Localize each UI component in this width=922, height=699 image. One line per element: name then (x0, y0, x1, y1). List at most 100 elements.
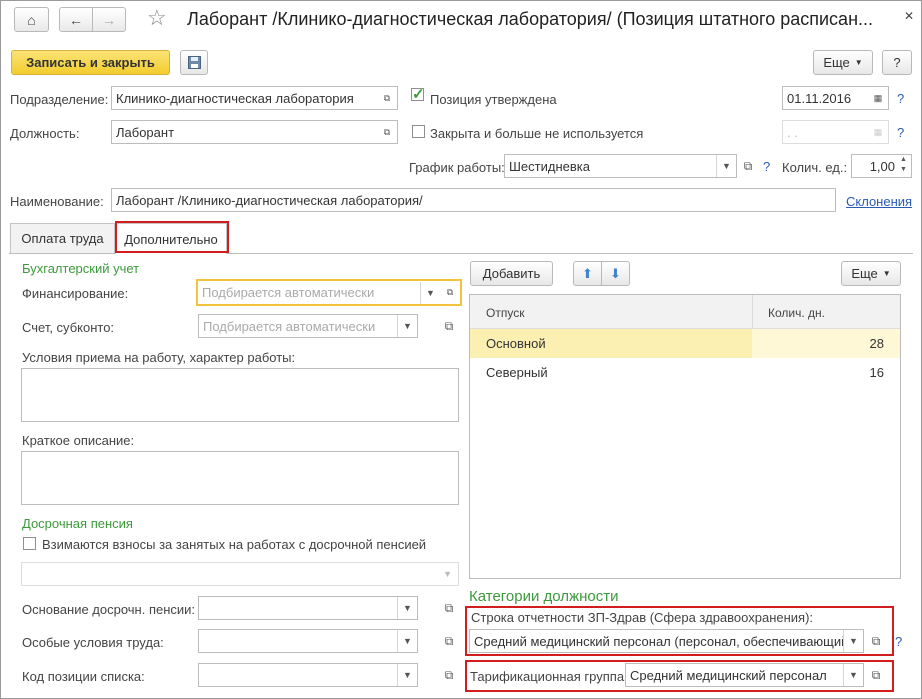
units-value: 1,00 (869, 158, 895, 174)
highlight-frame (115, 221, 229, 253)
row-name: Северный (486, 365, 548, 380)
favorite-star-icon[interactable]: ☆ (147, 5, 167, 31)
chevron-down-icon[interactable]: ▼ (843, 630, 863, 652)
arrow-left-icon: ← (69, 11, 83, 28)
column-header-vacation: Отпуск (486, 306, 525, 320)
chevron-down-icon[interactable]: ▼ (397, 315, 417, 337)
arrow-right-icon: → (102, 11, 116, 28)
vacation-table: Отпуск Колич. дн. Основной 28 Северный 1… (469, 294, 901, 579)
approved-label: Позиция утверждена (430, 92, 557, 107)
chevron-down-icon[interactable]: ▼ (716, 155, 736, 177)
name-field[interactable]: Лаборант /Клинико-диагностическая лабора… (111, 188, 836, 212)
special-conditions-field[interactable]: ▼ (198, 629, 418, 653)
closed-date-value: . . (787, 124, 798, 140)
schedule-field[interactable]: Шестидневка ▼ (504, 154, 737, 178)
account-placeholder: Подбирается автоматически (203, 318, 376, 334)
pension-list-field: ▼ (21, 562, 459, 586)
floppy-disk-icon (187, 56, 201, 69)
help-link[interactable]: ? (763, 159, 770, 174)
more-label: Еще (823, 55, 850, 70)
open-icon[interactable]: ⧉ (377, 121, 397, 143)
move-up-button[interactable]: ⬆ (573, 261, 602, 286)
financing-field[interactable]: Подбирается автоматически ▼ ⧉ (196, 279, 462, 306)
add-button[interactable]: Добавить (470, 261, 553, 286)
account-field[interactable]: Подбирается автоматически ▼ (198, 314, 418, 338)
tab-label: Оплата труда (21, 231, 104, 246)
code-field[interactable]: ▼ (198, 663, 418, 687)
report-line-value: Средний медицинский персонал (персонал, … (474, 633, 843, 649)
table-row[interactable]: Основной 28 (470, 329, 900, 358)
chevron-down-icon[interactable]: ▼ (397, 597, 417, 619)
approved-date-value: 01.11.2016 (787, 90, 852, 106)
open-icon[interactable]: ⧉ (439, 630, 459, 652)
more-button[interactable]: Еще ▼ (813, 50, 873, 75)
open-icon[interactable]: ⧉ (440, 282, 460, 304)
approved-date-field[interactable]: 01.11.2016 ▦ (782, 86, 889, 110)
move-down-button[interactable]: ⬇ (601, 261, 630, 286)
schedule-label: График работы: (409, 160, 505, 175)
open-icon[interactable]: ⧉ (377, 87, 397, 109)
chevron-down-icon[interactable]: ▼ (843, 664, 863, 686)
subdivision-label: Подразделение: (10, 92, 109, 107)
open-icon[interactable]: ⧉ (439, 664, 459, 686)
special-conditions-label: Особые условия труда: (22, 635, 164, 650)
tab-payment[interactable]: Оплата труда (10, 223, 115, 253)
table-more-button[interactable]: Еще ▼ (841, 261, 901, 286)
financing-placeholder: Подбирается автоматически (202, 285, 375, 300)
chevron-down-icon[interactable]: ▼ (420, 281, 440, 304)
calendar-icon: ▦ (873, 126, 883, 137)
declensions-link[interactable]: Склонения (846, 194, 912, 209)
accounting-section-title: Бухгалтерский учет (22, 261, 140, 276)
short-desc-label: Краткое описание: (22, 433, 135, 448)
forward-button[interactable]: → (92, 7, 126, 32)
back-button[interactable]: ← (59, 7, 93, 32)
open-icon[interactable]: ⧉ (738, 155, 758, 177)
basis-field[interactable]: ▼ (198, 596, 418, 620)
home-button[interactable]: ⌂ (14, 7, 49, 32)
short-desc-textarea[interactable] (21, 451, 459, 505)
column-header-days: Колич. дн. (768, 306, 825, 320)
help-link[interactable]: ? (895, 634, 902, 649)
closed-checkbox[interactable] (412, 125, 425, 138)
save-close-button[interactable]: Записать и закрыть (11, 50, 170, 75)
arrow-up-icon: ⬆ (582, 265, 593, 281)
help-button[interactable]: ? (882, 50, 912, 75)
save-button[interactable] (180, 50, 208, 75)
report-line-label: Строка отчетности ЗП-Здрав (Сфера здраво… (471, 610, 814, 625)
help-link[interactable]: ? (897, 91, 904, 106)
more-label: Еще (851, 266, 878, 281)
position-label: Должность: (10, 126, 80, 141)
basis-label: Основание досрочн. пенсии: (22, 602, 196, 617)
row-days: 28 (869, 336, 884, 351)
contributions-checkbox[interactable] (23, 537, 36, 550)
calendar-icon[interactable]: ▦ (868, 87, 888, 109)
code-label: Код позиции списка: (22, 669, 145, 684)
open-icon[interactable]: ⧉ (866, 664, 886, 686)
table-row[interactable]: Северный 16 (470, 358, 900, 387)
conditions-textarea[interactable] (21, 368, 459, 422)
closed-label: Закрыта и больше не используется (430, 126, 644, 141)
window-title: Лаборант /Клинико-диагностическая лабора… (187, 9, 874, 29)
subdivision-field[interactable]: Клинико-диагностическая лаборатория ⧉ (111, 86, 398, 110)
schedule-value: Шестидневка (509, 158, 590, 174)
conditions-label: Условия приема на работу, характер работ… (22, 350, 296, 365)
close-icon[interactable]: ✕ (904, 9, 914, 23)
position-field[interactable]: Лаборант ⧉ (111, 120, 398, 144)
open-icon[interactable]: ⧉ (439, 315, 459, 337)
chevron-down-icon[interactable]: ▼ (397, 630, 417, 652)
open-icon[interactable]: ⧉ (439, 597, 459, 619)
account-label: Счет, субконто: (22, 320, 115, 335)
chevron-down-icon: ▼ (443, 569, 452, 579)
chevron-down-icon[interactable]: ▼ (397, 664, 417, 686)
units-label: Колич. ед.: (782, 160, 848, 175)
home-icon: ⌂ (27, 11, 36, 28)
position-value: Лаборант (116, 124, 175, 140)
table-header (470, 295, 900, 329)
pension-section-title: Досрочная пенсия (22, 516, 133, 531)
tariff-field[interactable]: Средний медицинский персонал ▼ (625, 663, 864, 687)
open-icon[interactable]: ⧉ (866, 630, 886, 652)
spin-icon[interactable]: ▲ ▼ (900, 155, 907, 175)
report-line-field[interactable]: Средний медицинский персонал (персонал, … (469, 629, 864, 653)
help-link[interactable]: ? (897, 125, 904, 140)
row-days: 16 (869, 365, 884, 380)
